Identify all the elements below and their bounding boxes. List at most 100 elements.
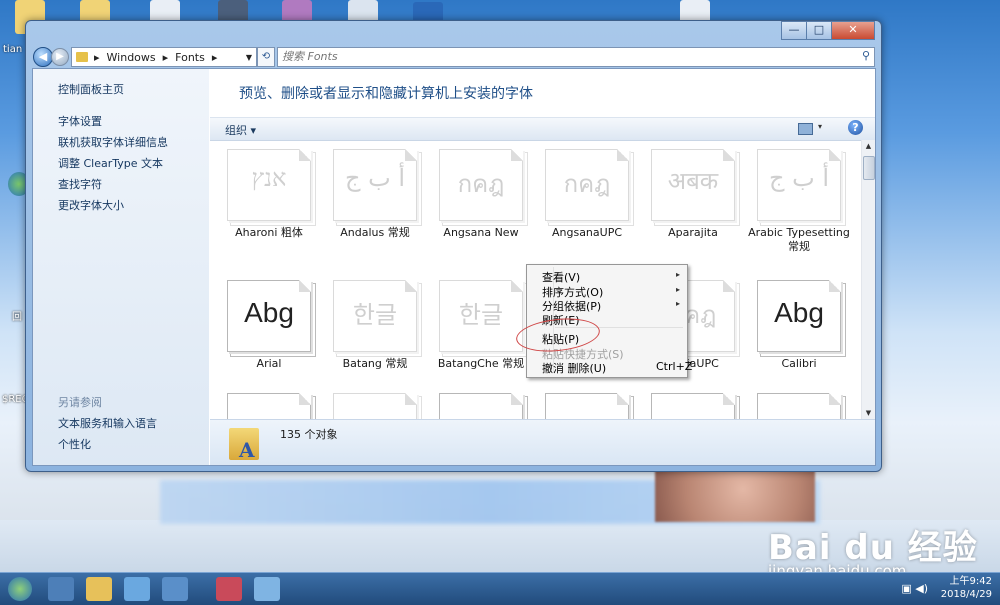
minimize-button[interactable]: —: [781, 21, 807, 40]
see-also-header: 另请参阅: [58, 396, 102, 409]
font-file-icon: Abg: [227, 280, 311, 352]
menu-item-label: 查看(V): [542, 271, 581, 284]
text-services-link[interactable]: 文本服务和输入语言: [58, 415, 157, 431]
refresh-icon[interactable]: ⟲: [257, 47, 275, 67]
font-file-icon: 한글: [439, 280, 523, 352]
organize-label: 组织: [225, 124, 247, 137]
font-file-icon: [439, 393, 523, 419]
vertical-scrollbar[interactable]: ▲ ▼: [861, 140, 875, 419]
font-name: Batang 常规: [342, 357, 408, 370]
font-file-icon: [651, 393, 735, 419]
menu-item-shortcut: Ctrl+Z: [656, 360, 693, 373]
font-name: Arabic Typesetting 常规: [748, 226, 850, 253]
font-file-icon: [333, 393, 417, 419]
chevron-down-icon[interactable]: ▾: [818, 122, 822, 131]
menu-item-view[interactable]: 查看(V) ▸: [542, 269, 680, 285]
start-button[interactable]: [8, 577, 32, 601]
change-font-size-link[interactable]: 更改字体大小: [58, 197, 124, 213]
font-file-icon: أ ب ج: [333, 149, 417, 221]
left-pane: 控制面板主页 字体设置 联机获取字体详细信息 调整 ClearType 文本 查…: [33, 69, 209, 465]
desktop-label: 回: [12, 312, 22, 323]
tray-icons[interactable]: ▣ ◀): [901, 582, 928, 595]
font-preview: กคฎ: [563, 170, 611, 198]
breadcrumb-fonts[interactable]: Fonts: [175, 51, 205, 64]
submenu-arrow-icon: ▸: [676, 270, 681, 279]
breadcrumb-separator: ▸: [94, 50, 100, 64]
personalization-link[interactable]: 个性化: [58, 436, 91, 452]
clock-time: 上午9:42: [949, 576, 992, 587]
font-file-icon: [227, 393, 311, 419]
taskbar: ▣ ◀) 上午9:42 2018/4/29: [0, 572, 1000, 605]
font-name: Aparajita: [668, 226, 718, 239]
details-pane: A 135 个对象: [210, 419, 875, 465]
font-file-icon: [545, 393, 629, 419]
font-settings-link[interactable]: 字体设置: [58, 113, 102, 129]
breadcrumb-separator: ▸: [211, 50, 218, 64]
close-button[interactable]: ✕: [831, 21, 875, 40]
breadcrumb-windows[interactable]: Windows: [107, 51, 156, 64]
clock-date: 2018/4/29: [940, 589, 992, 600]
search-box: ⚲: [277, 47, 875, 67]
font-name: Aharoni 粗体: [235, 226, 303, 239]
help-icon[interactable]: ?: [848, 120, 863, 135]
font-preview: 한글: [458, 301, 504, 329]
fonts-folder-icon: A: [229, 428, 259, 462]
font-preview: Abg: [774, 297, 824, 328]
font-name: Angsana New: [443, 226, 519, 239]
back-button[interactable]: ◀: [33, 47, 53, 67]
scroll-up-icon[interactable]: ▲: [862, 140, 875, 152]
submenu-arrow-icon: ▸: [676, 285, 681, 294]
font-file-icon: [757, 393, 841, 419]
taskbar-app-icon[interactable]: [124, 577, 150, 601]
forward-button[interactable]: ▶: [51, 48, 69, 66]
font-preview: أ ب ج: [768, 164, 829, 192]
submenu-arrow-icon: ▸: [676, 299, 681, 308]
breadcrumb-separator: ▸: [162, 50, 169, 64]
font-preview: أ ب ج: [344, 164, 405, 192]
font-preview: 한글: [352, 301, 398, 329]
font-file-icon: أ ب ج: [757, 149, 841, 221]
client-area: 控制面板主页 字体设置 联机获取字体详细信息 调整 ClearType 文本 查…: [32, 68, 876, 466]
get-font-info-online-link[interactable]: 联机获取字体详细信息: [58, 134, 168, 150]
font-name: BatangChe 常规: [437, 357, 525, 370]
taskbar-app-icon[interactable]: [48, 577, 74, 601]
fonts-window: — □ ✕ ◀ ▶ ▸ Windows ▸ Fonts ▸ ▼ ⟲ ⚲ 控制面板…: [25, 20, 882, 472]
find-character-link[interactable]: 查找字符: [58, 176, 102, 192]
view-icon[interactable]: [798, 123, 813, 135]
address-bar[interactable]: ▸ Windows ▸ Fonts ▸ ▼: [71, 47, 257, 67]
taskbar-app-icon[interactable]: [86, 577, 112, 601]
menu-item-undo-delete[interactable]: 撤消 删除(U) Ctrl+Z: [542, 360, 692, 376]
organize-button[interactable]: 组织 ▾: [225, 122, 256, 138]
page-title: 预览、删除或者显示和隐藏计算机上安装的字体: [239, 86, 533, 102]
font-preview: अबक: [667, 167, 719, 195]
taskbar-app-icon[interactable]: [162, 577, 188, 601]
font-preview: אנץ: [251, 164, 287, 192]
scroll-thumb[interactable]: [863, 156, 875, 180]
clock[interactable]: 上午9:42 2018/4/29: [941, 575, 992, 601]
adjust-cleartype-link[interactable]: 调整 ClearType 文本: [58, 155, 163, 171]
font-file-icon: अबक: [651, 149, 735, 221]
folder-icon: [76, 52, 88, 62]
menu-item-label: 撤消 删除(U): [542, 362, 607, 375]
search-input[interactable]: [278, 48, 846, 64]
taskbar-app-icon[interactable]: [254, 577, 280, 601]
font-file-icon: กคฎ: [439, 149, 523, 221]
font-name: Calibri: [781, 357, 817, 370]
desktop-label: tian: [3, 44, 23, 55]
window-controls: — □ ✕: [781, 21, 875, 40]
scroll-down-icon[interactable]: ▼: [862, 407, 875, 419]
maximize-button[interactable]: □: [806, 21, 832, 40]
font-name: Arial: [256, 357, 282, 370]
search-icon[interactable]: ⚲: [862, 49, 870, 62]
font-name: Andalus 常规: [340, 226, 410, 239]
font-name: AngsanaUPC: [551, 226, 623, 239]
taskbar-app-icon[interactable]: [216, 577, 242, 601]
font-file-icon: Abg: [757, 280, 841, 352]
font-file-icon: 한글: [333, 280, 417, 352]
control-panel-home-link[interactable]: 控制面板主页: [58, 81, 124, 97]
navigation-bar: ◀ ▶ ▸ Windows ▸ Fonts ▸ ▼ ⟲ ⚲: [31, 47, 876, 67]
font-file-icon: กคฎ: [545, 149, 629, 221]
command-bar: 组织 ▾ ▾ ?: [210, 117, 875, 141]
item-count: 135 个对象: [280, 428, 338, 441]
chevron-down-icon[interactable]: ▼: [246, 53, 252, 62]
